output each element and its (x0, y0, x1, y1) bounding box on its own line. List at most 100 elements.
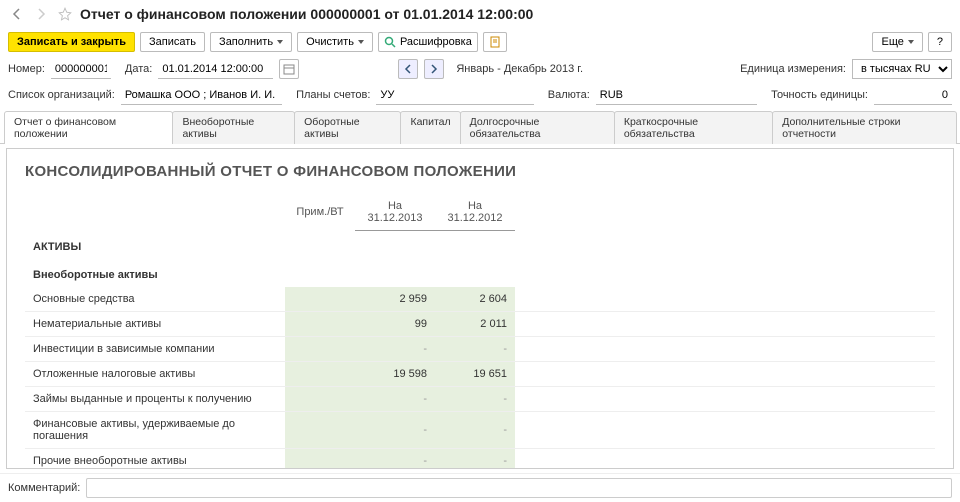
number-field[interactable] (51, 59, 111, 79)
tab-current-assets[interactable]: Оборотные активы (294, 111, 401, 144)
tab-shortterm[interactable]: Краткосрочные обязательства (614, 111, 773, 144)
more-button[interactable]: Еще (872, 32, 922, 52)
period-prev-button[interactable] (398, 59, 418, 79)
save-button[interactable]: Записать (140, 32, 205, 52)
row-v1 (355, 231, 435, 259)
row-label: Инвестиции в зависимые компании (25, 336, 285, 361)
magnifier-icon (384, 36, 396, 48)
row-v2: 19 651 (435, 361, 515, 386)
period-next-button[interactable] (424, 59, 444, 79)
col-2013: На 31.12.2013 (355, 194, 435, 231)
row-label: Финансовые активы, удерживаемые до погаш… (25, 411, 285, 448)
row-v2: - (435, 336, 515, 361)
row-v1: 2 959 (355, 287, 435, 312)
row-label: АКТИВЫ (25, 231, 285, 259)
table-row: Отложенные налоговые активы 19 59819 651 (25, 361, 935, 386)
chevron-down-icon (908, 40, 914, 44)
row-v1: 99 (355, 311, 435, 336)
plans-field[interactable] (376, 85, 533, 105)
fill-label: Заполнить (219, 36, 273, 48)
row-note (285, 448, 355, 469)
form-row-1: Номер: Дата: Январь - Декабрь 2013 г. Ед… (0, 56, 960, 82)
report-table: Прим./ВТ На 31.12.2013 На 31.12.2012 АКТ… (25, 194, 935, 469)
orgs-label: Список организаций: (8, 89, 115, 101)
decode-label: Расшифровка (400, 36, 472, 48)
chevron-down-icon (277, 40, 283, 44)
row-v2: - (435, 448, 515, 469)
row-v1: 19 598 (355, 361, 435, 386)
row-v1: - (355, 336, 435, 361)
star-icon[interactable] (56, 5, 74, 23)
date-field[interactable] (158, 59, 273, 79)
row-label: Прочие внеоборотные активы (25, 448, 285, 469)
forward-icon[interactable] (32, 5, 50, 23)
clear-label: Очистить (306, 36, 354, 48)
row-note (285, 411, 355, 448)
row-label: Внеоборотные активы (25, 259, 285, 287)
form-row-2: Список организаций: Планы счетов: Валюта… (0, 82, 960, 108)
row-note (285, 231, 355, 259)
fill-button[interactable]: Заполнить (210, 32, 292, 52)
more-label: Еще (881, 36, 903, 48)
document-icon (489, 36, 501, 48)
chevron-down-icon (358, 40, 364, 44)
table-row: Нематериальные активы 992 011 (25, 311, 935, 336)
col-note: Прим./ВТ (285, 194, 355, 231)
row-note (285, 336, 355, 361)
row-label: Отложенные налоговые активы (25, 361, 285, 386)
period-text: Январь - Декабрь 2013 г. (456, 63, 583, 75)
row-note (285, 287, 355, 312)
row-v2 (435, 259, 515, 287)
date-label: Дата: (125, 63, 152, 75)
report-title: КОНСОЛИДИРОВАННЫЙ ОТЧЕТ О ФИНАНСОВОМ ПОЛ… (25, 163, 935, 180)
row-note (285, 361, 355, 386)
report-settings-button[interactable] (483, 32, 507, 52)
footer: Комментарий: (0, 473, 960, 502)
precision-label: Точность единицы: (771, 89, 868, 101)
row-note (285, 386, 355, 411)
tab-extra[interactable]: Дополнительные строки отчетности (772, 111, 957, 144)
table-row: Займы выданные и проценты к получению-- (25, 386, 935, 411)
table-row: АКТИВЫ (25, 231, 935, 259)
number-label: Номер: (8, 63, 45, 75)
comment-input[interactable] (86, 478, 952, 498)
row-v2: - (435, 386, 515, 411)
clear-button[interactable]: Очистить (297, 32, 373, 52)
row-v1: - (355, 411, 435, 448)
title-bar: Отчет о финансовом положении 000000001 о… (0, 0, 960, 28)
row-note (285, 311, 355, 336)
tab-report[interactable]: Отчет о финансовом положении (4, 111, 173, 144)
orgs-field[interactable] (121, 85, 282, 105)
table-row: Прочие внеоборотные активы -- (25, 448, 935, 469)
row-v2 (435, 231, 515, 259)
row-v1: - (355, 386, 435, 411)
tab-capital[interactable]: Капитал (400, 111, 460, 144)
help-button[interactable]: ? (928, 32, 952, 52)
tab-longterm[interactable]: Долгосрочные обязательства (460, 111, 615, 144)
row-v1 (355, 259, 435, 287)
comment-label: Комментарий: (8, 482, 80, 494)
row-note (285, 259, 355, 287)
save-close-button[interactable]: Записать и закрыть (8, 32, 135, 52)
precision-field[interactable] (874, 85, 952, 105)
table-row: Финансовые активы, удерживаемые до погаш… (25, 411, 935, 448)
row-label: Нематериальные активы (25, 311, 285, 336)
currency-field[interactable] (596, 85, 757, 105)
row-v1: - (355, 448, 435, 469)
row-v2: - (435, 411, 515, 448)
unit-label: Единица измерения: (740, 63, 846, 75)
row-label: Основные средства (25, 287, 285, 312)
report-area: КОНСОЛИДИРОВАННЫЙ ОТЧЕТ О ФИНАНСОВОМ ПОЛ… (6, 148, 954, 469)
row-v2: 2 604 (435, 287, 515, 312)
col-2012: На 31.12.2012 (435, 194, 515, 231)
tabs: Отчет о финансовом положении Внеоборотны… (0, 110, 960, 144)
toolbar: Записать и закрыть Записать Заполнить Оч… (0, 28, 960, 56)
row-v2: 2 011 (435, 311, 515, 336)
plans-label: Планы счетов: (296, 89, 370, 101)
calendar-icon[interactable] (279, 59, 299, 79)
tab-noncurrent-assets[interactable]: Внеоборотные активы (172, 111, 295, 144)
unit-select[interactable]: в тысячах RUB (852, 59, 952, 79)
table-row: Внеоборотные активы (25, 259, 935, 287)
back-icon[interactable] (8, 5, 26, 23)
decode-button[interactable]: Расшифровка (378, 32, 478, 52)
